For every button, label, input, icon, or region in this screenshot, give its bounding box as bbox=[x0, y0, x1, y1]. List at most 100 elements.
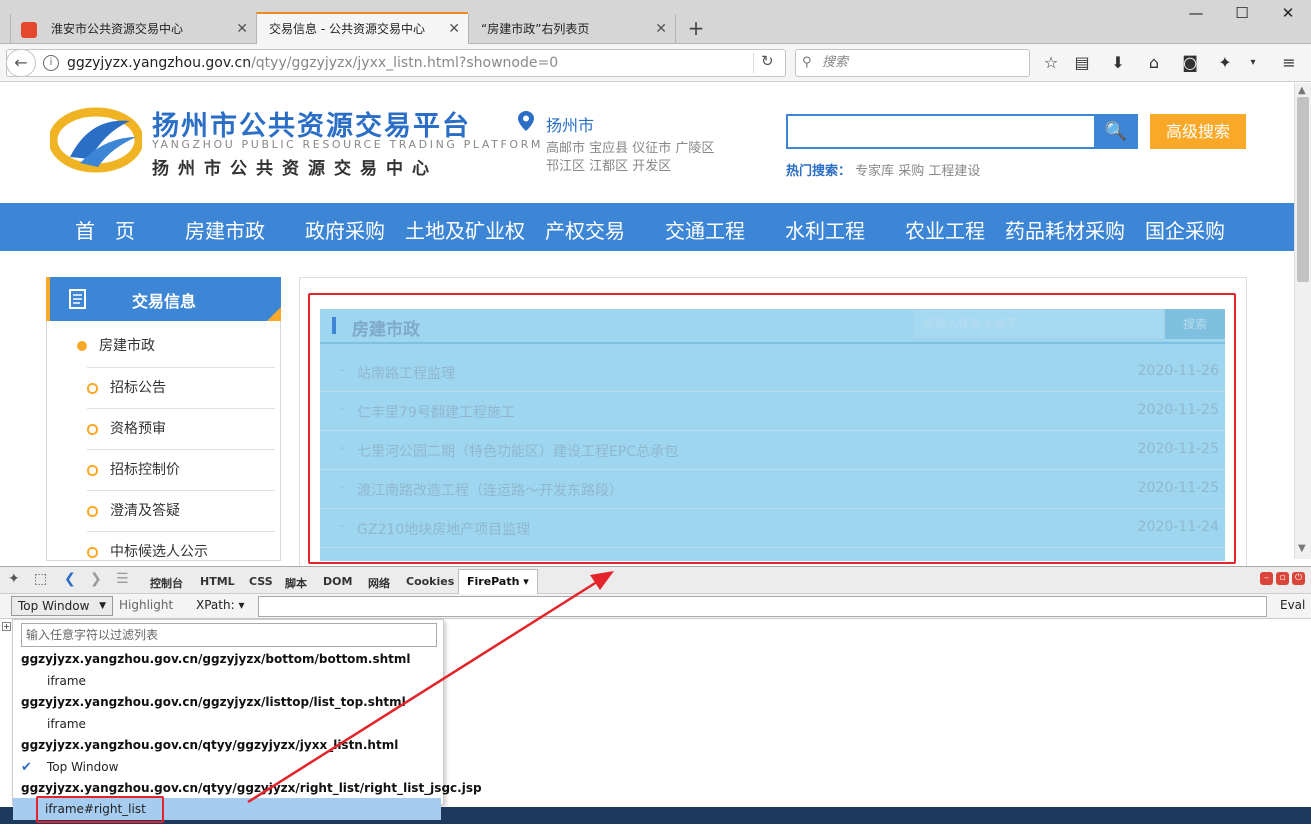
xpath-input[interactable] bbox=[258, 596, 1267, 617]
search-icon: ⚲ bbox=[802, 55, 812, 70]
nav-item-gov-procurement[interactable]: 政府采购 bbox=[305, 215, 385, 244]
forward-icon[interactable]: ❯ bbox=[90, 571, 102, 587]
sidebar: 房建市政 招标公告 资格预审 招标控制价 澄清及答疑 中标候选人公示 bbox=[46, 321, 281, 561]
hot-search-terms[interactable]: 专家库 采购 工程建设 bbox=[855, 164, 980, 179]
inspect-element-icon[interactable]: ⬚ bbox=[34, 571, 47, 587]
expand-icon[interactable]: + bbox=[2, 622, 11, 631]
nav-item-home[interactable]: 首 页 bbox=[75, 215, 135, 244]
close-tab-icon[interactable]: ✕ bbox=[236, 14, 248, 44]
bullet-icon bbox=[87, 505, 98, 517]
sidebar-header: 交易信息 bbox=[46, 277, 281, 321]
url-bar[interactable]: ← i ggzyjyzx.yangzhou.gov.cn/qtyy/ggzyjy… bbox=[6, 49, 786, 77]
district-line[interactable]: 高邮市 宝应县 仪征市 广陵区 bbox=[546, 140, 714, 158]
url-divider bbox=[753, 53, 754, 73]
sidebar-item-label: 中标候选人公示 bbox=[110, 544, 208, 560]
devtools-tab-firepath[interactable]: FirePath ▾ bbox=[458, 569, 538, 595]
chevron-down-icon[interactable]: ▾ bbox=[1242, 52, 1264, 74]
browser-tab[interactable]: “房建市政”右列表页 ✕ bbox=[468, 14, 676, 44]
xpath-selector[interactable]: XPath: ▾ bbox=[196, 598, 244, 612]
indent-icon[interactable]: ☰ bbox=[116, 571, 129, 587]
sidebar-item-label: 资格预审 bbox=[110, 421, 166, 437]
pocket-icon[interactable]: ◙ bbox=[1179, 52, 1201, 74]
reload-icon[interactable]: ↻ bbox=[761, 52, 774, 70]
sidebar-subitem[interactable]: 招标控制价 bbox=[87, 449, 275, 490]
close-window-button[interactable]: ✕ bbox=[1268, 2, 1308, 24]
sidebar-subitem[interactable]: 招标公告 bbox=[87, 367, 275, 408]
devtools-toolbar: ✦ ⬚ ❮ ❯ ☰ 控制台 HTML CSS 脚本 DOM 网络 Cookies… bbox=[0, 566, 1311, 595]
home-icon[interactable]: ⌂ bbox=[1143, 52, 1165, 74]
browser-search-input[interactable]: ⚲ 搜索 bbox=[795, 49, 1030, 77]
devtools-tab-html[interactable]: HTML bbox=[200, 575, 235, 588]
back-arrow-icon[interactable]: ← bbox=[6, 49, 36, 77]
site-search-input[interactable] bbox=[786, 114, 1096, 149]
nav-item-housing[interactable]: 房建市政 bbox=[185, 215, 265, 244]
search-placeholder: 搜索 bbox=[822, 55, 849, 70]
firebug-icon[interactable]: ✦ bbox=[1214, 52, 1236, 74]
download-icon[interactable]: ⬇ bbox=[1107, 52, 1129, 74]
url-text[interactable]: ggzyjyzx.yangzhou.gov.cn/qtyy/ggzyjyzx/j… bbox=[67, 55, 558, 71]
eval-button[interactable]: Eval bbox=[1280, 598, 1305, 612]
devtools-tab-net[interactable]: 网络 bbox=[368, 575, 390, 591]
frame-selector[interactable]: Top Window ▼ bbox=[11, 596, 113, 616]
sidebar-subitem[interactable]: 中标候选人公示 bbox=[87, 531, 275, 560]
frame-url: ggzyjyzx.yangzhou.gov.cn/qtyy/ggzyjyzx/j… bbox=[21, 738, 399, 752]
scrollbar-thumb[interactable] bbox=[1297, 97, 1309, 282]
detach-devtools-icon[interactable]: ▫ bbox=[1276, 572, 1289, 585]
scroll-up-icon[interactable]: ▲ bbox=[1298, 85, 1306, 96]
frame-url: ggzyjyzx.yangzhou.gov.cn/ggzyjyzx/bottom… bbox=[21, 652, 411, 666]
maximize-button[interactable]: ☐ bbox=[1222, 2, 1262, 24]
devtools-tab-cookies[interactable]: Cookies bbox=[406, 575, 454, 588]
close-devtools-icon[interactable]: ⏻ bbox=[1292, 572, 1305, 585]
sidebar-subitem[interactable]: 资格预审 bbox=[87, 408, 275, 449]
nav-item-land[interactable]: 土地及矿业权 bbox=[405, 215, 525, 244]
frame-selector-value: Top Window bbox=[18, 599, 90, 613]
district-line[interactable]: 邗江区 江都区 开发区 bbox=[546, 158, 714, 176]
frame-option-top-window[interactable]: ✔ Top Window bbox=[21, 760, 118, 775]
browser-tab[interactable]: 淮安市公共资源交易中心 ✕ bbox=[10, 14, 256, 44]
devtools-tab-console[interactable]: 控制台 bbox=[150, 575, 183, 591]
sidebar-item-housing[interactable]: 房建市政 bbox=[77, 326, 155, 367]
bookmark-star-icon[interactable]: ☆ bbox=[1040, 52, 1062, 74]
nav-item-state-owned[interactable]: 国企采购 bbox=[1145, 215, 1225, 244]
city-selector[interactable]: 扬州市 bbox=[546, 112, 594, 136]
nav-item-property[interactable]: 产权交易 bbox=[545, 215, 625, 244]
page-scrollbar[interactable]: ▲ ▼ bbox=[1294, 83, 1311, 559]
scroll-down-icon[interactable]: ▼ bbox=[1298, 543, 1306, 554]
minimize-button[interactable]: — bbox=[1176, 2, 1216, 24]
nav-item-water[interactable]: 水利工程 bbox=[785, 215, 865, 244]
frame-option[interactable]: iframe bbox=[47, 717, 86, 731]
nav-item-transport[interactable]: 交通工程 bbox=[665, 215, 745, 244]
close-tab-icon[interactable]: ✕ bbox=[655, 14, 667, 44]
sidebar-title: 交易信息 bbox=[132, 292, 197, 311]
sidebar-item-label: 招标公告 bbox=[110, 380, 166, 396]
corner-decoration bbox=[267, 307, 281, 321]
nav-item-agriculture[interactable]: 农业工程 bbox=[905, 215, 985, 244]
new-tab-button[interactable]: + bbox=[684, 14, 708, 42]
nav-item-medicine[interactable]: 药品耗材采购 bbox=[1005, 215, 1125, 244]
browser-tab-active[interactable]: 交易信息 - 公共资源交易中心 ✕ bbox=[256, 12, 468, 44]
sidebar-subitem[interactable]: 澄清及答疑 bbox=[87, 490, 275, 531]
bullet-icon bbox=[87, 546, 98, 558]
minimize-devtools-icon[interactable]: – bbox=[1260, 572, 1273, 585]
reading-list-icon[interactable]: ▤ bbox=[1071, 52, 1093, 74]
firebug-icon[interactable]: ✦ bbox=[8, 571, 20, 587]
devtools-tab-dom[interactable]: DOM bbox=[323, 575, 352, 588]
devtools-tab-script[interactable]: 脚本 bbox=[285, 575, 307, 591]
devtools-tab-css[interactable]: CSS bbox=[249, 575, 273, 588]
sidebar-item-label: 澄清及答疑 bbox=[110, 503, 180, 519]
info-icon[interactable]: i bbox=[43, 55, 59, 71]
menu-icon[interactable]: ≡ bbox=[1278, 52, 1300, 74]
frame-dropdown: 输入任意字符以过滤列表 ggzyjyzx.yangzhou.gov.cn/ggz… bbox=[12, 619, 482, 805]
location-pin-icon bbox=[518, 111, 534, 131]
frame-filter-input[interactable]: 输入任意字符以过滤列表 bbox=[21, 623, 437, 647]
back-icon[interactable]: ❮ bbox=[64, 571, 76, 587]
site-search-button[interactable]: 🔍 bbox=[1094, 114, 1138, 149]
annotation-box-iframe bbox=[308, 293, 1236, 564]
frame-option[interactable]: iframe bbox=[47, 674, 86, 688]
devtools-panel: + 输入任意字符以过滤列表 ggzyjyzx.yangzhou.gov.cn/g… bbox=[0, 619, 1311, 807]
advanced-search-button[interactable]: 高级搜索 bbox=[1150, 114, 1246, 149]
close-tab-icon[interactable]: ✕ bbox=[448, 14, 460, 44]
hot-search-label: 热门搜索： bbox=[786, 164, 852, 179]
highlight-button[interactable]: Highlight bbox=[119, 598, 173, 612]
site-subtitle-en: YANGZHOU PUBLIC RESOURCE TRADING PLATFOR… bbox=[152, 138, 543, 151]
